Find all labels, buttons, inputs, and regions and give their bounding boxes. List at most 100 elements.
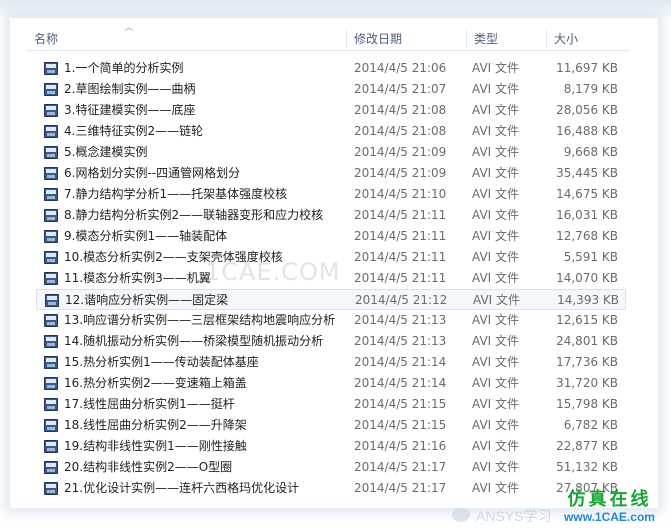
- file-date: 2014/4/5 21:17: [354, 460, 447, 474]
- file-size: 51,132 KB: [556, 460, 618, 474]
- file-type: AVI 文件: [473, 293, 521, 307]
- file-date: 2014/4/5 21:08: [354, 124, 447, 138]
- file-row[interactable]: 13.响应谱分析实例——三层框架结构地震响应分析 2014/4/5 21:13 AV…: [36, 310, 626, 331]
- column-type[interactable]: 类型: [468, 28, 546, 50]
- file-name: 19.结构非线性实例1——刚性接触: [64, 439, 247, 453]
- file-type: AVI 文件: [472, 271, 520, 285]
- file-row[interactable]: 7.静力结构学分析1——托架基体强度校核 2014/4/5 21:10 AVI 文件…: [36, 184, 626, 205]
- file-row[interactable]: 15.热分析实例1——传动装配体基座 2014/4/5 21:14 AVI 文件 17…: [36, 352, 626, 373]
- file-row[interactable]: 4.三维特征实例2——链轮 2014/4/5 21:08 AVI 文件 16,488 …: [36, 121, 626, 142]
- file-date: 2014/4/5 21:15: [354, 397, 447, 411]
- file-size: 31,720 KB: [556, 376, 618, 390]
- file-row[interactable]: 9.模态分析实例1——轴装配体 2014/4/5 21:11 AVI 文件 12,76…: [36, 226, 626, 247]
- file-type: AVI 文件: [472, 187, 520, 201]
- file-type: AVI 文件: [472, 481, 520, 495]
- file-date: 2014/4/5 21:11: [354, 250, 447, 264]
- file-size: 17,736 KB: [556, 355, 618, 369]
- brand-title: 仿真在线: [567, 489, 652, 510]
- column-header: ︿ 名称 修改日期 类型 大小: [26, 24, 630, 51]
- column-name[interactable]: 名称: [28, 28, 328, 50]
- file-row[interactable]: 12.谐响应分析实例——固定梁 2014/4/5 21:12 AVI 文件 14,39…: [36, 289, 626, 310]
- file-name: 3.特征建模实例——底座: [64, 103, 196, 117]
- file-size: 12,768 KB: [556, 229, 618, 243]
- file-type: AVI 文件: [472, 313, 520, 327]
- file-date: 2014/4/5 21:09: [354, 145, 447, 159]
- file-row[interactable]: 3.特征建模实例——底座 2014/4/5 21:08 AVI 文件 28,056 K…: [36, 100, 626, 121]
- file-type: AVI 文件: [472, 250, 520, 264]
- file-name: 21.优化设计实例——连杆六西格玛优化设计: [64, 481, 300, 495]
- file-type: AVI 文件: [472, 124, 520, 138]
- file-row[interactable]: 17.线性屈曲分析实例1——挺杆 2014/4/5 21:15 AVI 文件 15,7…: [36, 394, 626, 415]
- avi-file-icon: [44, 146, 58, 159]
- file-type: AVI 文件: [472, 229, 520, 243]
- file-name: 6.网格划分实例--四通管网格划分: [64, 166, 241, 180]
- file-type: AVI 文件: [472, 82, 520, 96]
- file-type: AVI 文件: [472, 334, 520, 348]
- file-date: 2014/4/5 21:11: [354, 271, 447, 285]
- file-size: 24,801 KB: [556, 334, 618, 348]
- watermark: 1CAE.COM: [205, 258, 341, 286]
- file-size: 9,668 KB: [563, 145, 618, 159]
- file-row[interactable]: 1.一个简单的分析实例 2014/4/5 21:06 AVI 文件 11,697 KB: [36, 58, 626, 79]
- file-date: 2014/4/5 21:16: [354, 439, 447, 453]
- file-size: 6,782 KB: [563, 418, 618, 432]
- file-name: 9.模态分析实例1——轴装配体: [64, 229, 228, 243]
- column-divider[interactable]: [546, 30, 547, 48]
- file-row[interactable]: 2.草图绘制实例——曲柄 2014/4/5 21:07 AVI 文件 8,179 KB: [36, 79, 626, 100]
- column-divider[interactable]: [346, 30, 347, 48]
- avi-file-icon: [44, 83, 58, 96]
- file-size: 12,615 KB: [556, 313, 618, 327]
- file-date: 2014/4/5 21:09: [354, 166, 447, 180]
- file-date: 2014/4/5 21:14: [354, 376, 447, 390]
- file-size: 16,031 KB: [556, 208, 618, 222]
- file-size: 11,697 KB: [556, 61, 618, 75]
- file-date: 2014/4/5 21:12: [355, 293, 448, 307]
- file-name: 8.静力结构分析实例2——联轴器变形和应力校核: [64, 208, 324, 222]
- file-date: 2014/4/5 21:07: [354, 82, 447, 96]
- file-type: AVI 文件: [472, 439, 520, 453]
- column-size[interactable]: 大小: [548, 28, 628, 50]
- file-date: 2014/4/5 21:13: [354, 334, 447, 348]
- file-type: AVI 文件: [472, 166, 520, 180]
- avi-file-icon: [44, 188, 58, 201]
- avi-file-icon: [44, 209, 58, 222]
- file-row[interactable]: 19.结构非线性实例1——刚性接触 2014/4/5 21:16 AVI 文件 22,…: [36, 436, 626, 457]
- file-name: 7.静力结构学分析1——托架基体强度校核: [64, 187, 288, 201]
- file-name: 13.响应谱分析实例——三层框架结构地震响应分析: [64, 313, 336, 327]
- file-size: 14,675 KB: [556, 187, 618, 201]
- avi-file-icon: [44, 335, 58, 348]
- avi-file-icon: [44, 167, 58, 180]
- file-row[interactable]: 18.线性屈曲分析实例2——升降架 2014/4/5 21:15 AVI 文件 6,7…: [36, 415, 626, 436]
- column-date[interactable]: 修改日期: [348, 28, 466, 50]
- file-row[interactable]: 8.静力结构分析实例2——联轴器变形和应力校核 2014/4/5 21:11 AVI…: [36, 205, 626, 226]
- file-size: 28,056 KB: [556, 103, 618, 117]
- avi-file-icon: [44, 125, 58, 138]
- file-row[interactable]: 21.优化设计实例——连杆六西格玛优化设计 2014/4/5 21:17 AVI 文…: [36, 478, 626, 499]
- avi-file-icon: [44, 251, 58, 264]
- file-size: 16,488 KB: [556, 124, 618, 138]
- file-name: 5.概念建模实例: [64, 145, 148, 159]
- file-name: 11.模态分析实例3——机翼: [64, 271, 211, 285]
- file-size: 14,393 KB: [557, 293, 619, 307]
- avi-file-icon: [44, 482, 58, 495]
- file-size: 15,798 KB: [556, 397, 618, 411]
- wechat-icon: [452, 508, 470, 522]
- file-type: AVI 文件: [472, 61, 520, 75]
- file-type: AVI 文件: [472, 103, 520, 117]
- brand-url: www.1CAE.com: [564, 510, 655, 524]
- file-row[interactable]: 14.随机振动分析实例——桥梁模型随机振动分析 2014/4/5 21:13 AVI…: [36, 331, 626, 352]
- file-row[interactable]: 16.热分析实例2——变速箱上箱盖 2014/4/5 21:14 AVI 文件 31,…: [36, 373, 626, 394]
- avi-file-icon: [45, 294, 59, 307]
- file-name: 17.线性屈曲分析实例1——挺杆: [64, 397, 235, 411]
- column-divider[interactable]: [466, 30, 467, 48]
- file-row[interactable]: 6.网格划分实例--四通管网格划分 2014/4/5 21:09 AVI 文件 35,…: [36, 163, 626, 184]
- avi-file-icon: [44, 398, 58, 411]
- avi-file-icon: [44, 419, 58, 432]
- file-row[interactable]: 5.概念建模实例 2014/4/5 21:09 AVI 文件 9,668 KB: [36, 142, 626, 163]
- file-name: 15.热分析实例1——传动装配体基座: [64, 355, 259, 369]
- file-row[interactable]: 20.结构非线性实例2——O型圈 2014/4/5 21:17 AVI 文件 51,1…: [36, 457, 626, 478]
- avi-file-icon: [44, 104, 58, 117]
- file-date: 2014/4/5 21:08: [354, 103, 447, 117]
- file-type: AVI 文件: [472, 208, 520, 222]
- file-type: AVI 文件: [472, 418, 520, 432]
